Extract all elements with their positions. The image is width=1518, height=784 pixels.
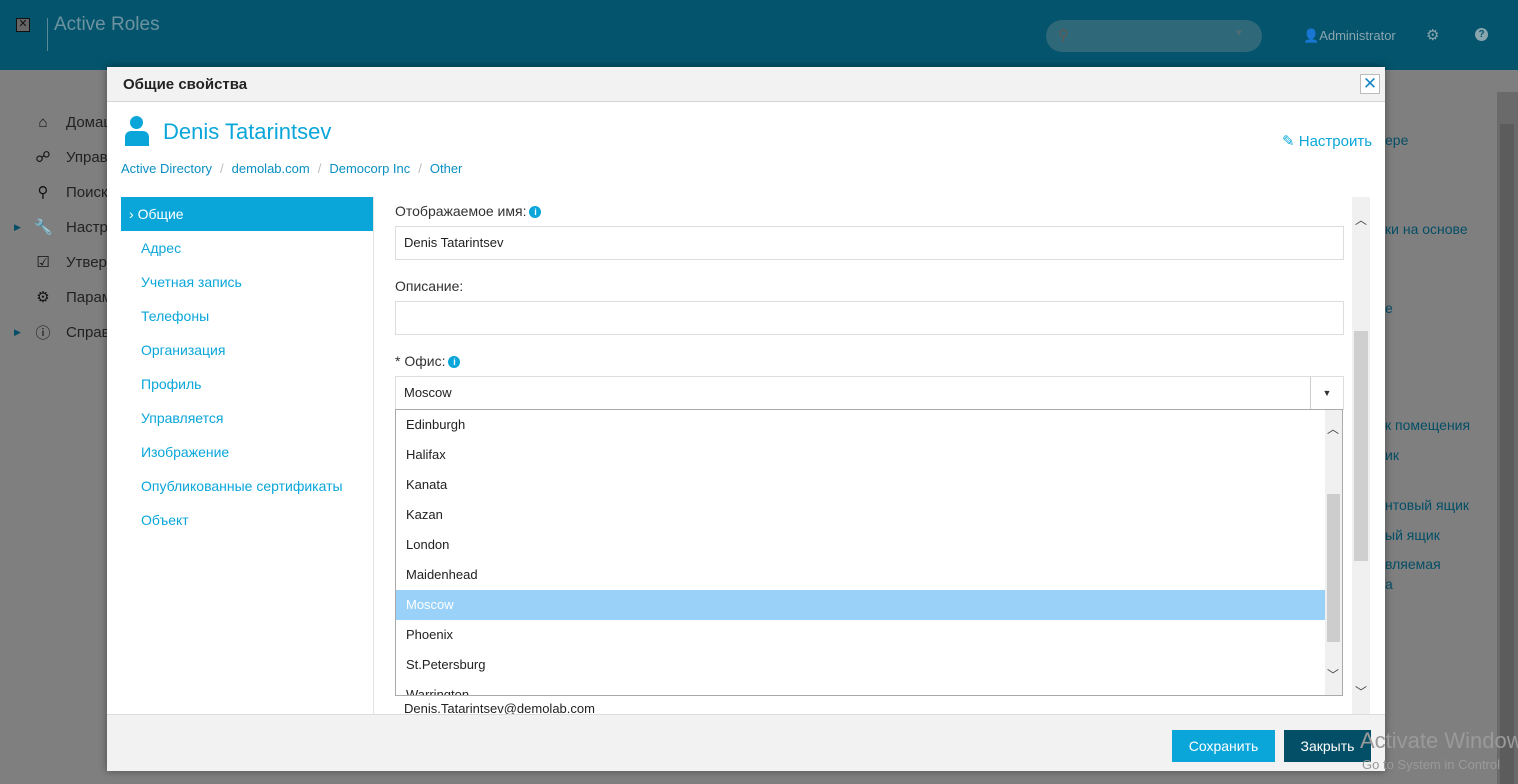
info-icon: ⓘ [35, 324, 51, 342]
description-field[interactable] [395, 301, 1344, 335]
bg-text: ере [1385, 132, 1409, 148]
property-nav: › Общие Адрес Учетная запись Телефоны Ор… [121, 197, 374, 714]
nav-item-organization[interactable]: Организация [121, 333, 373, 367]
checkbox-icon: ☑ [36, 254, 50, 271]
office-option[interactable]: Kazan [396, 500, 1326, 530]
bg-text: е [1385, 300, 1393, 316]
properties-dialog: Общие свойства ✕ Denis Tatarintsev ✎ Нас… [107, 67, 1385, 771]
office-label: * Офис: i [395, 353, 461, 369]
app-title: Active Roles [54, 14, 160, 35]
nav-item-address[interactable]: Адрес [121, 231, 373, 265]
windows-watermark-sub: Go to System in Control [1362, 757, 1500, 772]
display-name-label: Отображаемое имя: i [395, 203, 542, 219]
bg-text: вляемая [1385, 556, 1441, 572]
windows-watermark: Activate Windows [1360, 728, 1518, 753]
search-icon: ⚲ [1058, 27, 1069, 44]
chevron-up-icon: ︿ [1327, 422, 1340, 436]
chevron-up-icon: ︿ [1355, 213, 1368, 227]
breadcrumb-item[interactable]: Democorp Inc [329, 161, 410, 176]
nav-item-phones[interactable]: Телефоны [121, 299, 373, 333]
office-option[interactable]: Halifax [396, 440, 1326, 470]
bg-text: ки на основе [1385, 221, 1468, 237]
office-option-selected[interactable]: Moscow [396, 590, 1326, 620]
display-name-field[interactable]: Denis Tatarintsev [395, 226, 1344, 260]
office-option[interactable]: Phoenix [396, 620, 1326, 650]
dialog-header: Общие свойства ✕ [107, 67, 1385, 102]
nav-item-account[interactable]: Учетная запись [121, 265, 373, 299]
bg-nav-home: ⌂ Домаш [34, 112, 115, 132]
save-button[interactable]: Сохранить [1172, 730, 1275, 762]
dialog-title: Общие свойства [123, 76, 248, 93]
description-label: Описание: [395, 278, 464, 294]
chevron-right-icon: › [129, 206, 134, 222]
wrench-icon: 🔧 [34, 219, 53, 236]
bg-nav-help: ⓘ Справ [35, 323, 110, 342]
close-button[interactable]: Закрыть [1284, 730, 1371, 762]
search-icon: ⚲ [37, 184, 49, 201]
top-bar [0, 0, 1518, 70]
info-icon[interactable]: i [529, 206, 542, 218]
customize-link[interactable]: ✎ Настроить [1282, 132, 1372, 150]
bg-text: ый ящик [1385, 527, 1440, 543]
divider [47, 18, 48, 51]
office-option[interactable]: St.Petersburg [396, 650, 1326, 680]
breadcrumb-item[interactable]: demolab.com [232, 161, 310, 176]
office-option[interactable]: Maidenhead [396, 560, 1326, 590]
breadcrumb: Active Directory / demolab.com / Democorp … [121, 161, 463, 176]
office-select[interactable]: Moscow ▼ [395, 376, 1344, 410]
nav-item-object[interactable]: Объект [121, 503, 373, 537]
office-option[interactable]: Kanata [396, 470, 1326, 500]
bg-text: а [1385, 576, 1393, 592]
home-icon: ⌂ [38, 113, 48, 131]
dialog-footer: Сохранить Закрыть [107, 714, 1385, 771]
app-logo-icon: ✕ [16, 18, 30, 32]
office-option[interactable]: London [396, 530, 1326, 560]
form-scrollbar[interactable]: ︿ ﹀ [1352, 197, 1370, 714]
breadcrumb-item[interactable]: Active Directory [121, 161, 212, 176]
background-scrollbar [1497, 92, 1518, 784]
bg-text: нтовый ящик [1385, 497, 1470, 513]
bg-text: ик [1385, 447, 1399, 463]
user-menu[interactable]: 👤Administrator [1303, 28, 1396, 44]
close-icon[interactable]: ✕ [1360, 74, 1380, 94]
bg-text: к помещения [1385, 417, 1471, 433]
dropdown-scrollbar[interactable]: ︿ ﹀ [1325, 410, 1342, 695]
office-dropdown-list: Edinburgh Halifax Kanata Kazan London Ma… [395, 409, 1343, 696]
help-icon[interactable]: ? [1475, 28, 1488, 41]
edit-icon: ✎ [1282, 133, 1295, 150]
info-icon[interactable]: i [448, 356, 461, 368]
caret-right-icon: ▶ [14, 222, 21, 232]
bg-nav-settings: ⚙ Парам [34, 287, 112, 307]
object-name: Denis Tatarintsev [163, 119, 332, 144]
gear-icon: ⚙ [36, 289, 50, 306]
office-option[interactable]: Warrington [396, 680, 1326, 695]
nav-item-managed-by[interactable]: Управляется [121, 401, 373, 435]
caret-right-icon: ▶ [14, 327, 21, 337]
breadcrumb-item[interactable]: Other [430, 161, 463, 176]
chevron-down-icon[interactable]: ▼ [1234, 28, 1244, 39]
bg-nav-search: ⚲ Поиск [34, 182, 108, 202]
bg-nav-config: 🔧 Настр [34, 218, 108, 237]
chevron-down-icon[interactable]: ▼ [1310, 377, 1343, 409]
bg-nav-approval: ☑ Утвер [34, 252, 107, 272]
chevron-down-icon: ﹀ [1327, 668, 1340, 682]
gear-icon[interactable]: ⚙ [1426, 26, 1439, 44]
nav-item-general[interactable]: › Общие [121, 197, 373, 231]
chevron-down-icon: ﹀ [1355, 685, 1368, 699]
bg-nav-manage: ☍ Управ [35, 148, 108, 167]
office-option[interactable]: Edinburgh [396, 410, 1326, 440]
user-icon [125, 116, 149, 148]
nav-item-picture[interactable]: Изображение [121, 435, 373, 469]
nav-item-certificates[interactable]: Опубликованные сертификаты [121, 469, 373, 503]
global-search[interactable]: ⚲ ▼ [1046, 20, 1262, 52]
nav-item-profile[interactable]: Профиль [121, 367, 373, 401]
sitemap-icon: ☍ [35, 149, 51, 166]
